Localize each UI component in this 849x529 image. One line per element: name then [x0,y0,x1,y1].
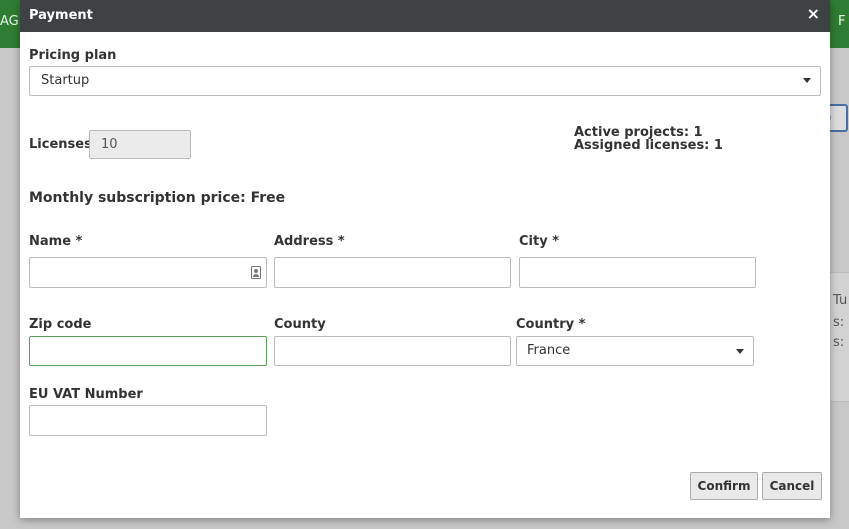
country-label: Country * [516,317,586,332]
payment-modal: Payment × Pricing plan Startup Licenses:… [20,0,830,518]
cancel-button[interactable]: Cancel [762,472,822,500]
card-line: s: 1 [833,335,849,350]
country-select[interactable]: France [516,336,754,366]
county-field[interactable] [274,336,511,366]
modal-header: Payment × [20,0,830,32]
county-label: County [274,317,326,332]
eu-vat-label: EU VAT Number [29,387,143,402]
country-value: France [527,343,571,358]
pricing-plan-label: Pricing plan [29,48,117,63]
background-card: Tu s: 1 s: 1 [828,272,849,402]
zip-code-label: Zip code [29,317,92,332]
card-line: s: 1 [833,315,849,330]
confirm-button[interactable]: Confirm [690,472,758,500]
assigned-licenses-text: Assigned licenses: 1 [574,138,723,153]
address-label: Address * [274,234,345,249]
address-field[interactable] [274,257,511,288]
close-icon[interactable]: × [807,5,820,23]
contact-card-icon[interactable] [251,266,261,279]
topbar-fragment: F [838,14,846,29]
name-field[interactable] [29,257,267,288]
licenses-input: 10 [89,130,191,159]
modal-title: Payment [29,8,93,23]
name-label: Name * [29,234,83,249]
card-line: Tu [833,293,848,308]
chevron-down-icon [736,349,744,354]
pricing-plan-select[interactable]: Startup [29,66,821,96]
pricing-plan-value: Startup [41,73,90,88]
licenses-label: Licenses: [29,137,98,152]
zip-code-field[interactable] [29,336,267,366]
eu-vat-field[interactable] [29,405,267,436]
city-field[interactable] [519,257,756,288]
city-label: City * [519,234,560,249]
chevron-down-icon [803,78,811,83]
licenses-value: 10 [101,137,118,152]
monthly-price-text: Monthly subscription price: Free [29,190,286,206]
